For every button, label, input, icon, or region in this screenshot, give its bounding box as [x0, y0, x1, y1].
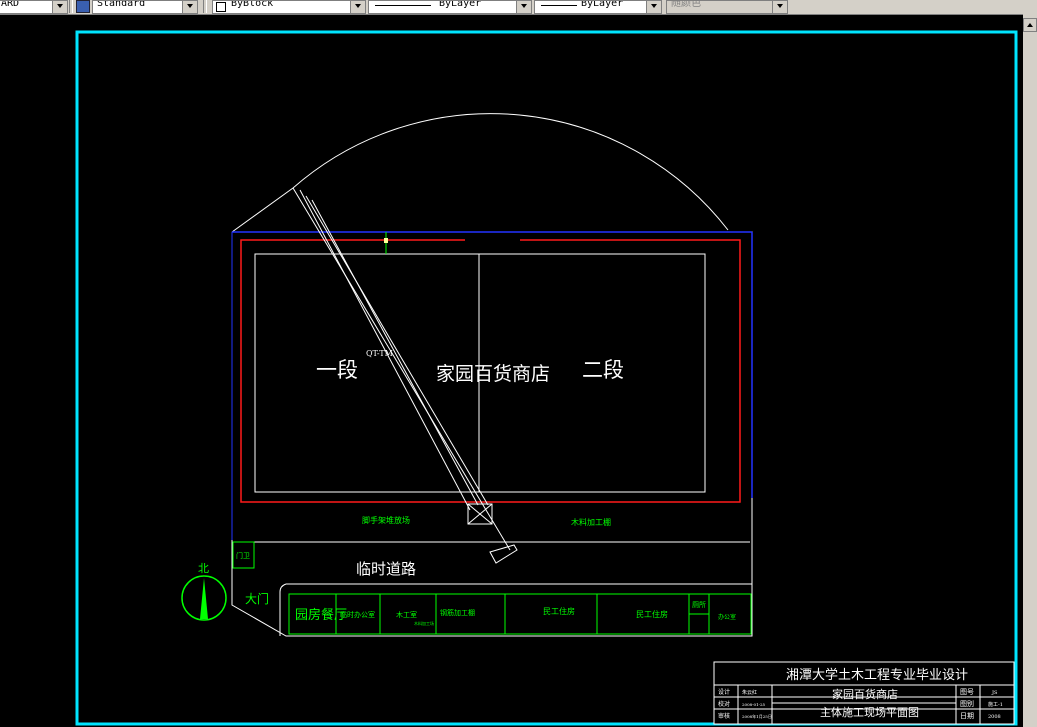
scaffold-yard-label: 脚手架堆放场 — [362, 515, 410, 525]
building-admin-label: 办公室 — [718, 613, 736, 621]
crane-jib-line — [311, 199, 479, 506]
tb-label: 图号 — [960, 688, 974, 696]
linetype-dropdown[interactable]: ByLayer — [368, 0, 532, 14]
lineweight-value: ByLayer — [581, 0, 624, 9]
site-boundary — [231, 231, 753, 637]
chevron-down-icon[interactable] — [182, 1, 197, 13]
building-dorm-label: 民工住房 — [636, 609, 668, 619]
store-name-label: 家园百货商店 — [436, 363, 550, 385]
building-dorm-label: 民工住房 — [543, 606, 575, 616]
text-style-value: Standard — [97, 0, 146, 9]
guard-house-label: 门卫 — [236, 551, 250, 560]
drawing-name: 主体施工现场平面图 — [820, 705, 919, 719]
crane-radius-arc — [231, 113, 729, 233]
vertical-scrollbar[interactable] — [1023, 14, 1037, 727]
color-value: ByBlock — [231, 0, 274, 9]
plot-style-value: 随颜色 — [671, 0, 701, 9]
chevron-down-icon[interactable] — [350, 1, 365, 13]
crane-counterweight — [489, 544, 518, 564]
chevron-down-icon[interactable] — [646, 1, 661, 13]
tb-value: 2008-01-25 — [742, 702, 766, 707]
layer-value: ARD — [1, 0, 20, 9]
north-label: 北 — [198, 562, 209, 575]
tb-label: 审核 — [718, 712, 730, 720]
building-toilet-label: 厕所 — [692, 600, 706, 609]
linetype-value: ByLayer — [439, 0, 482, 9]
north-arrow-icon — [200, 578, 208, 619]
tb-label: 日期 — [960, 712, 974, 720]
crane-jib-line — [305, 195, 489, 506]
linetype-preview-icon — [375, 5, 431, 6]
title-block: 湘潭大学土木工程专业毕业设计 家园百货商店 主体施工现场平面图 设计 校对 审核… — [713, 661, 1015, 725]
toolbar-separator — [203, 0, 207, 13]
plot-style-dropdown: 随颜色 — [666, 0, 788, 14]
tb-value: 朱云红 — [742, 689, 757, 696]
tb-value: JS — [991, 690, 998, 696]
lineweight-preview-icon — [541, 5, 577, 6]
project-name: 家园百货商店 — [832, 687, 898, 701]
building-carpentry-label: 木工室 — [396, 610, 417, 619]
color-swatch-icon — [216, 2, 226, 12]
university-title: 湘潭大学土木工程专业毕业设计 — [786, 667, 968, 683]
tb-value: 2008年1月25日 — [742, 713, 772, 719]
gate-label: 大门 — [245, 591, 269, 606]
building-office-label: 临时办公室 — [340, 610, 375, 619]
wood-note-label: 木料加工场 — [414, 620, 434, 626]
color-dropdown[interactable]: ByBlock — [212, 0, 366, 14]
timber-shed-label: 木料加工棚 — [571, 517, 611, 527]
tb-value: 施工-1 — [988, 701, 1003, 708]
road-corner — [279, 583, 287, 636]
tb-label: 校对 — [718, 700, 730, 708]
section-one-label: 一段 — [316, 358, 358, 382]
chevron-down-icon[interactable] — [52, 1, 67, 13]
chevron-down-icon — [772, 1, 787, 13]
text-style-dropdown[interactable]: Standard — [92, 0, 198, 14]
toolbar-separator — [69, 0, 73, 13]
chevron-down-icon[interactable] — [516, 1, 531, 13]
tb-value: 2008 — [988, 714, 1001, 720]
section-two-label: 二段 — [582, 358, 624, 382]
building-rebar-shed-label: 钢筋加工棚 — [440, 608, 475, 617]
scroll-up-arrow-icon[interactable] — [1023, 18, 1037, 32]
properties-toolbar: ARD Standard ByBlock ByLayer ByLayer 随颜色 — [0, 0, 1037, 15]
crane-model-label: QT-TM — [366, 349, 393, 358]
lineweight-dropdown[interactable]: ByLayer — [534, 0, 662, 14]
layer-dropdown[interactable]: ARD — [0, 0, 68, 14]
axis-marker-tag — [384, 238, 388, 243]
tb-label: 设计 — [718, 688, 730, 696]
tb-label: 图别 — [960, 699, 974, 708]
text-style-icon[interactable] — [76, 0, 90, 13]
drawing-canvas[interactable]: 一段 二段 家园百货商店 QT-TM 脚手架堆放场 木料加工棚 临时道路 门卫 … — [0, 14, 1023, 727]
temp-road-label: 临时道路 — [356, 560, 416, 578]
